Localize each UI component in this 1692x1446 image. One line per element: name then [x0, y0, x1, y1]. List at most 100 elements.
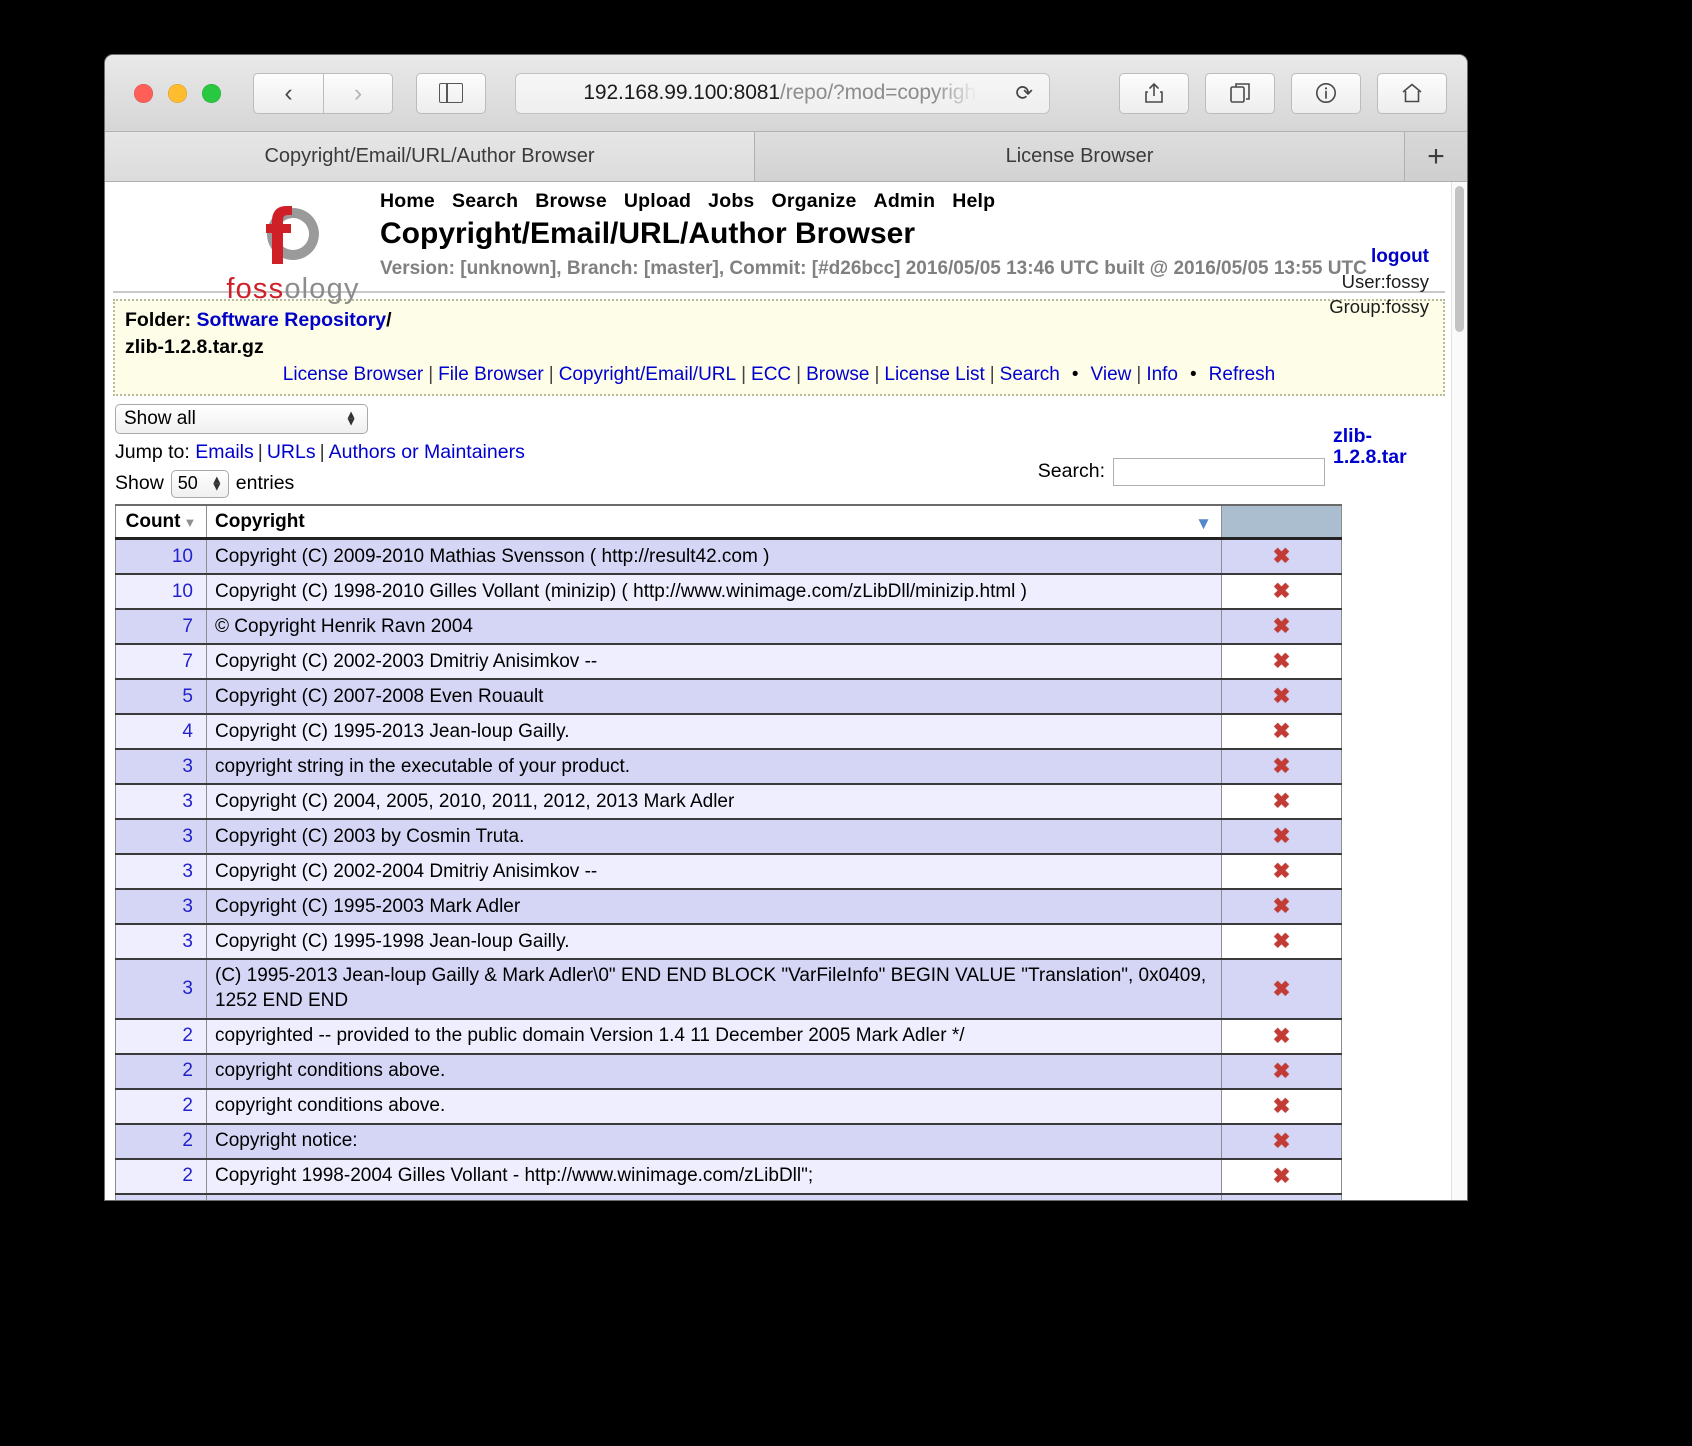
- navigation-buttons: ‹ ›: [253, 72, 393, 114]
- delete-x-icon[interactable]: ✖: [1273, 1094, 1291, 1119]
- link-ecc[interactable]: ECC: [751, 364, 791, 385]
- home-button[interactable]: [1377, 72, 1447, 114]
- cell-count[interactable]: 2: [115, 1122, 207, 1160]
- share-button[interactable]: [1119, 72, 1189, 114]
- fossology-logo[interactable]: fossology: [213, 204, 373, 306]
- delete-x-icon[interactable]: ✖: [1273, 719, 1291, 744]
- delete-x-icon[interactable]: ✖: [1273, 614, 1291, 639]
- jump-link-authors[interactable]: Authors or Maintainers: [329, 441, 525, 463]
- nav-help[interactable]: Help: [952, 190, 995, 212]
- delete-x-icon[interactable]: ✖: [1273, 1059, 1291, 1084]
- column-header-count[interactable]: Count ▼: [115, 503, 207, 541]
- jump-link-urls[interactable]: URLs: [267, 441, 316, 463]
- cell-copyright: Copyright 1998-2004 Gilles Vollant - htt…: [206, 1157, 1222, 1195]
- sidebar-toggle-button[interactable]: [416, 72, 486, 114]
- cell-count[interactable]: 3: [115, 783, 207, 820]
- delete-x-icon[interactable]: ✖: [1273, 824, 1291, 849]
- cell-count[interactable]: 4: [115, 713, 207, 750]
- nav-admin[interactable]: Admin: [874, 190, 936, 212]
- cell-copyright: copyright conditions above.: [206, 1052, 1222, 1090]
- show-tabs-button[interactable]: [1205, 72, 1275, 114]
- cell-count[interactable]: 3: [115, 923, 207, 960]
- entries-select-value: 50: [177, 473, 198, 494]
- cell-count[interactable]: 2: [115, 1087, 207, 1125]
- browser-window: ‹ › 192.168.99.100:8081/repo/?mod=copyri…: [105, 55, 1467, 1200]
- cell-copyright: copyright string in the executable of yo…: [206, 748, 1222, 785]
- delete-x-icon[interactable]: ✖: [1273, 684, 1291, 709]
- filter-select[interactable]: Show all ▲ ▼: [115, 403, 368, 434]
- back-button[interactable]: ‹: [253, 72, 323, 114]
- cell-count[interactable]: 3: [115, 853, 207, 890]
- cell-count[interactable]: 5: [115, 678, 207, 715]
- delete-x-icon[interactable]: ✖: [1273, 894, 1291, 919]
- nav-browse[interactable]: Browse: [535, 190, 607, 212]
- scrollbar-thumb[interactable]: [1455, 186, 1464, 332]
- minimize-window-button[interactable]: [168, 83, 187, 103]
- delete-x-icon[interactable]: ✖: [1273, 859, 1291, 884]
- delete-x-icon[interactable]: ✖: [1273, 1199, 1291, 1201]
- link-refresh[interactable]: Refresh: [1209, 364, 1276, 385]
- reload-icon[interactable]: ⟳: [1015, 81, 1033, 106]
- chevron-updown-icon: ▲ ▼: [210, 472, 223, 494]
- forward-button[interactable]: ›: [323, 72, 393, 114]
- tab-copyright-browser[interactable]: Copyright/Email/URL/Author Browser: [105, 132, 755, 181]
- sort-desc-icon: ▼: [183, 514, 197, 530]
- folder-repo-link[interactable]: Software Repository: [197, 309, 387, 331]
- info-button[interactable]: [1291, 72, 1361, 114]
- filter-caret-icon[interactable]: ▼: [1195, 514, 1212, 534]
- cell-count[interactable]: 3: [115, 748, 207, 785]
- nav-search[interactable]: Search: [452, 190, 518, 212]
- nav-upload[interactable]: Upload: [624, 190, 691, 212]
- link-browse[interactable]: Browse: [806, 364, 869, 385]
- cell-count[interactable]: 10: [115, 537, 207, 575]
- link-license-browser[interactable]: License Browser: [283, 364, 423, 385]
- delete-x-icon[interactable]: ✖: [1273, 789, 1291, 814]
- link-view[interactable]: View: [1091, 364, 1132, 385]
- cell-count[interactable]: 3: [115, 888, 207, 925]
- table-row: 3 Copyright (C) 2002-2004 Dmitriy Anisimk…: [115, 853, 1342, 890]
- cell-count[interactable]: 2: [115, 1192, 207, 1200]
- link-search[interactable]: Search: [1000, 364, 1060, 385]
- upload-archive-link[interactable]: zlib- 1.2.8.tar: [1333, 425, 1443, 469]
- link-copyright-email-url[interactable]: Copyright/Email/URL: [559, 364, 736, 385]
- nav-organize[interactable]: Organize: [771, 190, 856, 212]
- cell-count[interactable]: 7: [115, 608, 207, 645]
- address-bar[interactable]: 192.168.99.100:8081/repo/?mod=copyright …: [515, 72, 1050, 114]
- nav-home[interactable]: Home: [380, 190, 435, 212]
- page-scrollbar[interactable]: [1451, 182, 1467, 1200]
- cell-count[interactable]: 2: [115, 1157, 207, 1195]
- entries-per-page-select[interactable]: 50 ▲ ▼: [170, 469, 229, 498]
- new-tab-button[interactable]: +: [1405, 132, 1467, 181]
- cell-count[interactable]: 3: [115, 958, 207, 1020]
- delete-x-icon[interactable]: ✖: [1273, 649, 1291, 674]
- link-file-browser[interactable]: File Browser: [438, 364, 544, 385]
- maximize-window-button[interactable]: [202, 83, 221, 103]
- close-window-button[interactable]: [134, 83, 153, 103]
- logout-link[interactable]: logout: [1329, 244, 1429, 270]
- nav-jobs[interactable]: Jobs: [708, 190, 754, 212]
- delete-x-icon[interactable]: ✖: [1273, 579, 1291, 604]
- link-license-list[interactable]: License List: [884, 364, 984, 385]
- cell-actions: ✖: [1221, 748, 1342, 785]
- search-input[interactable]: [1113, 457, 1325, 486]
- delete-x-icon[interactable]: ✖: [1273, 1164, 1291, 1189]
- delete-x-icon[interactable]: ✖: [1273, 1129, 1291, 1154]
- cell-count[interactable]: 7: [115, 643, 207, 680]
- delete-x-icon[interactable]: ✖: [1273, 1024, 1291, 1049]
- delete-x-icon[interactable]: ✖: [1273, 754, 1291, 779]
- delete-x-icon[interactable]: ✖: [1273, 977, 1291, 1002]
- tab-bar: Copyright/Email/URL/Author Browser Licen…: [105, 132, 1467, 182]
- jump-link-emails[interactable]: Emails: [195, 441, 254, 463]
- search-label: Search:: [1037, 460, 1105, 483]
- cell-actions: ✖: [1221, 853, 1342, 890]
- entries-label: entries: [235, 472, 295, 495]
- cell-count[interactable]: 2: [115, 1017, 207, 1055]
- delete-x-icon[interactable]: ✖: [1273, 929, 1291, 954]
- cell-count[interactable]: 10: [115, 573, 207, 610]
- link-info[interactable]: Info: [1146, 364, 1178, 385]
- cell-count[interactable]: 3: [115, 818, 207, 855]
- tab-license-browser[interactable]: License Browser: [755, 132, 1405, 181]
- column-header-copyright[interactable]: Copyright ▼: [206, 503, 1222, 541]
- cell-count[interactable]: 2: [115, 1052, 207, 1090]
- delete-x-icon[interactable]: ✖: [1273, 544, 1291, 569]
